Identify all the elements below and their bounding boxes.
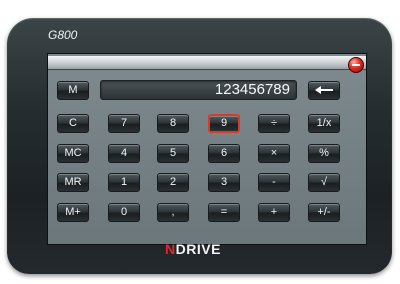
display-value: 123456789: [100, 80, 297, 100]
reciprocal-button[interactable]: 1/x: [308, 114, 340, 133]
close-icon[interactable]: [348, 57, 364, 73]
percent-button[interactable]: %: [308, 144, 340, 163]
digit-1-button[interactable]: 1: [108, 173, 140, 192]
memory-recall-button[interactable]: MR: [57, 173, 89, 192]
brand-logo: NDRIVE: [165, 241, 221, 257]
decimal-button[interactable]: ,: [157, 203, 189, 222]
divide-button[interactable]: ÷: [258, 114, 290, 133]
digit-2-button[interactable]: 2: [157, 173, 189, 192]
memory-button[interactable]: M: [57, 81, 89, 100]
digit-5-button[interactable]: 5: [157, 144, 189, 163]
model-label: G800: [48, 28, 78, 42]
brand-logo-text: DRIVE: [175, 241, 221, 257]
digit-9-button[interactable]: 9: [208, 114, 240, 133]
memory-add-button[interactable]: M+: [57, 203, 89, 222]
digit-4-button[interactable]: 4: [108, 144, 140, 163]
digit-8-button[interactable]: 8: [157, 114, 189, 133]
title-bar: [48, 56, 366, 73]
digit-6-button[interactable]: 6: [208, 144, 240, 163]
backspace-button[interactable]: [308, 81, 340, 100]
minus-button[interactable]: -: [258, 173, 290, 192]
digit-7-button[interactable]: 7: [108, 114, 140, 133]
negate-button[interactable]: +/-: [308, 203, 340, 222]
digit-0-button[interactable]: 0: [108, 203, 140, 222]
equals-button[interactable]: =: [208, 203, 240, 222]
plus-button[interactable]: +: [258, 203, 290, 222]
square-root-button[interactable]: √: [308, 173, 340, 192]
memory-clear-button[interactable]: MC: [57, 144, 89, 163]
digit-3-button[interactable]: 3: [208, 173, 240, 192]
backspace-arrow-icon: [315, 86, 333, 95]
clear-button[interactable]: C: [57, 114, 89, 133]
brand-logo-n: N: [165, 241, 176, 257]
multiply-button[interactable]: ×: [258, 144, 290, 163]
